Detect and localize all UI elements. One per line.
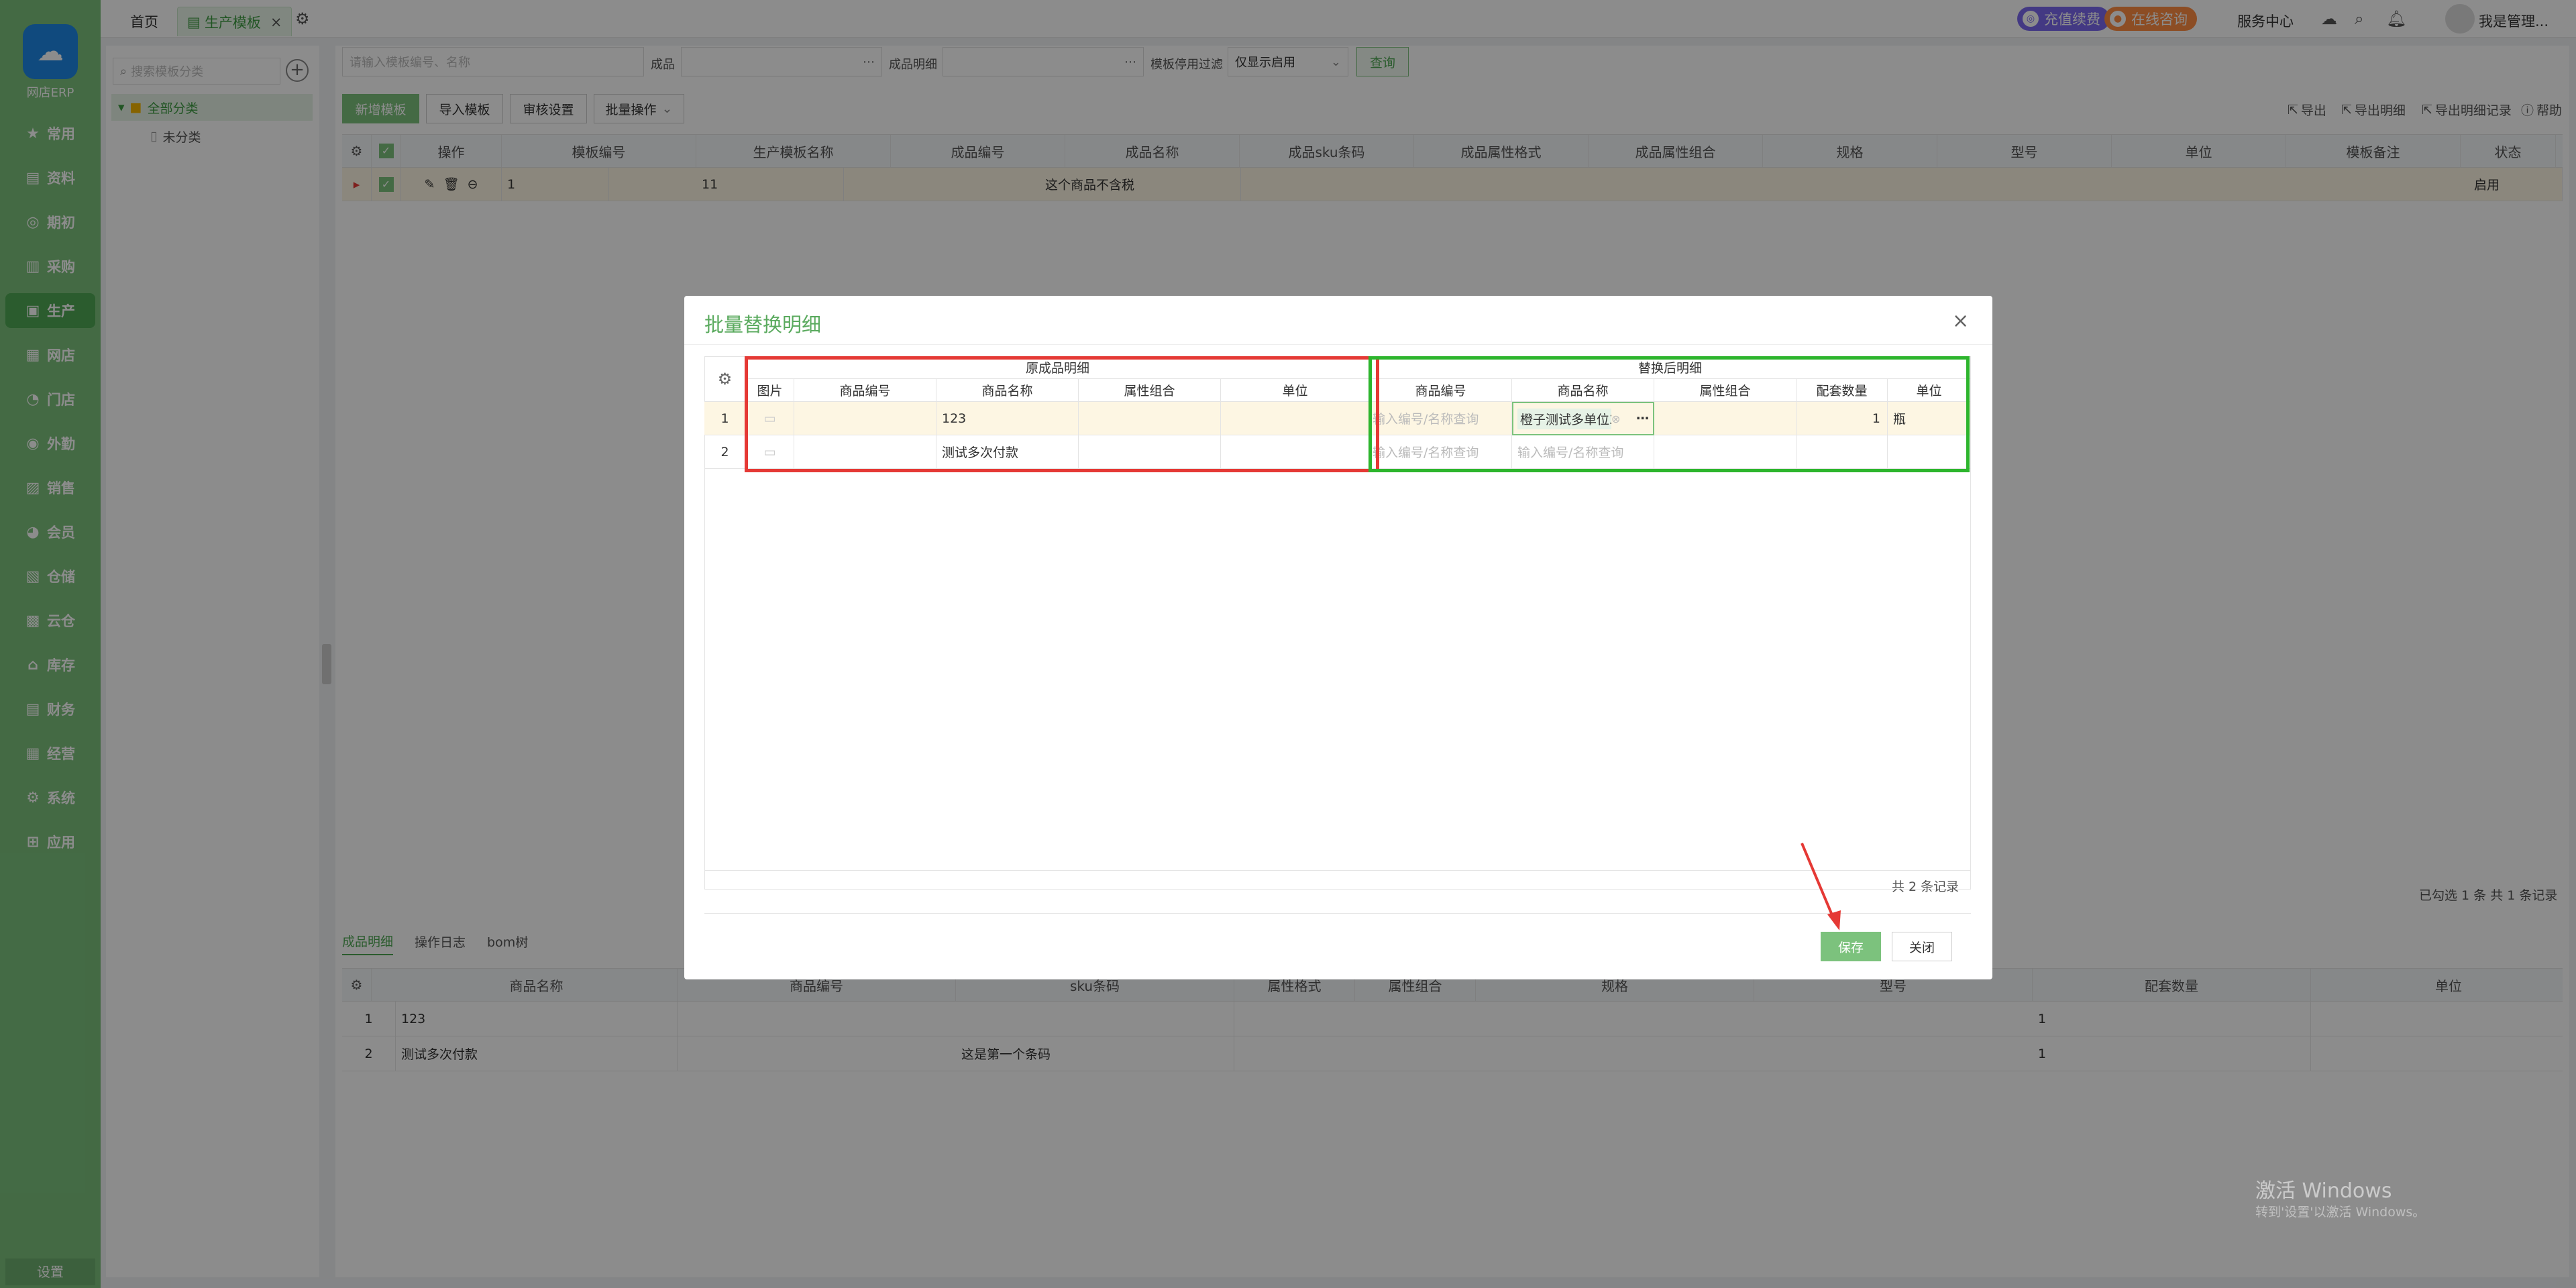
activation-watermark-title: 激活 Windows (2255, 1179, 2392, 1203)
save-button[interactable]: 保存 (1821, 932, 1881, 961)
activation-watermark-subtitle: 转到'设置'以激活 Windows。 (2255, 1205, 2426, 1220)
close-button[interactable]: 关闭 (1892, 932, 1952, 961)
row-number: 2 (704, 435, 746, 469)
dialog-divider (684, 344, 1992, 345)
replacement-highlight-box (1368, 356, 1970, 472)
close-icon[interactable]: × (1952, 309, 1969, 333)
batch-replace-dialog: 批量替换明细 × ⚙ 原成品明细 替换后明细 图片 商品编号 商品名称 属性组合… (684, 296, 1992, 979)
dialog-title: 批量替换明细 (704, 313, 822, 336)
original-highlight-box (745, 356, 1379, 472)
row-number: 1 (704, 402, 746, 435)
dialog-total: 共 2 条记录 (1892, 879, 1960, 894)
table-footer-divider (704, 870, 1971, 871)
dialog-footer-divider (704, 913, 1971, 914)
annotation-arrow (1801, 843, 1841, 930)
